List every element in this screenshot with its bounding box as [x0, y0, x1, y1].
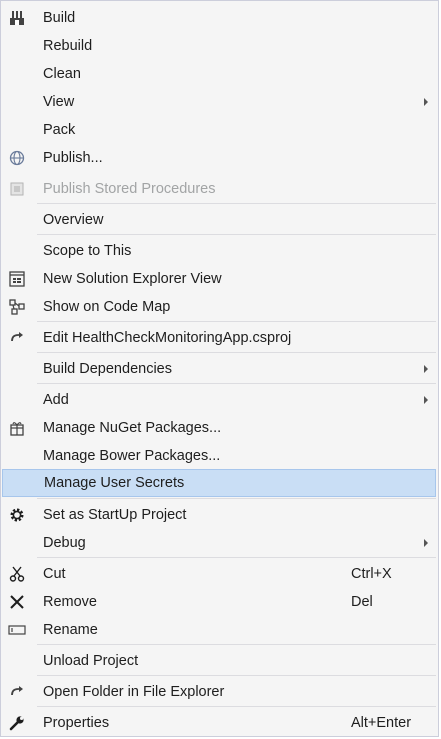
menu-item-label: Debug [43, 535, 86, 551]
code-map-icon [8, 298, 26, 316]
menu-item-manage-user-secrets[interactable]: Manage User Secrets [2, 469, 436, 497]
shortcut-label: Alt+Enter [351, 715, 412, 731]
submenu-arrow-icon [424, 365, 428, 373]
close-icon [8, 593, 26, 611]
menu-item-manage-nuget-packages[interactable]: Manage NuGet Packages... [1, 414, 438, 442]
menu-item-label: Unload Project [43, 653, 139, 669]
menu-item-label: Manage Bower Packages... [43, 448, 221, 464]
menu-separator [37, 706, 436, 707]
shortcut-label: Ctrl+X [351, 566, 392, 582]
menu-item-label: Set as StartUp Project [43, 507, 187, 523]
menu-separator [37, 557, 436, 558]
menu-item-label: Publish Stored Procedures [43, 181, 216, 197]
menu-item-clean[interactable]: Clean [1, 60, 438, 88]
menu-item-label: Manage NuGet Packages... [43, 420, 222, 436]
menu-item-build-dependencies[interactable]: Build Dependencies [1, 355, 438, 383]
menu-item-overview[interactable]: Overview [1, 206, 438, 234]
menu-item-view[interactable]: View [1, 88, 438, 116]
menu-item-label: Open Folder in File Explorer [43, 684, 225, 700]
menu-item-build[interactable]: Build [1, 4, 438, 32]
menu-item-label: Rebuild [43, 38, 93, 54]
menu-item-new-solution-explorer-view[interactable]: New Solution Explorer View [1, 265, 438, 293]
menu-item-label: Manage User Secrets [44, 475, 185, 491]
menu-item-set-as-startup-project[interactable]: Set as StartUp Project [1, 501, 438, 529]
menu-separator [37, 234, 436, 235]
menu-item-pack[interactable]: Pack [1, 116, 438, 144]
menu-item-label: View [43, 94, 75, 110]
menu-item-publish[interactable]: Publish... [1, 144, 438, 172]
menu-separator [37, 675, 436, 676]
submenu-arrow-icon [424, 539, 428, 547]
menu-separator [37, 203, 436, 204]
database-icon [8, 180, 26, 198]
submenu-arrow-icon [424, 396, 428, 404]
menu-item-rename[interactable]: Rename [1, 616, 438, 644]
shortcut-label: Del [351, 594, 373, 610]
menu-item-label: Overview [43, 212, 104, 228]
menu-item-label: Add [43, 392, 69, 408]
submenu-arrow-icon [424, 98, 428, 106]
rename-icon [8, 621, 26, 639]
open-folder-arrow-icon [8, 683, 26, 701]
menu-item-properties[interactable]: Properties Alt+Enter [1, 709, 438, 737]
globe-icon [8, 149, 26, 167]
nuget-icon [8, 419, 26, 437]
menu-item-remove[interactable]: Remove Del [1, 588, 438, 616]
menu-item-scope-to-this[interactable]: Scope to This [1, 237, 438, 265]
menu-item-cut[interactable]: Cut Ctrl+X [1, 560, 438, 588]
wrench-icon [8, 714, 26, 732]
solution-explorer-icon [8, 270, 26, 288]
build-icon [8, 9, 26, 27]
gear-icon [8, 506, 26, 524]
menu-item-label: Clean [43, 66, 81, 82]
menu-separator [37, 498, 436, 499]
menu-item-label: Build Dependencies [43, 361, 172, 377]
menu-item-label: Properties [43, 715, 110, 731]
menu-item-label: Edit HealthCheckMonitoringApp.csproj [43, 330, 292, 346]
menu-item-label: Publish... [43, 150, 103, 166]
menu-item-label: Pack [43, 122, 76, 138]
menu-separator [37, 644, 436, 645]
menu-item-edit-csproj[interactable]: Edit HealthCheckMonitoringApp.csproj [1, 324, 438, 352]
menu-item-label: Cut [43, 566, 66, 582]
menu-item-label: Rename [43, 622, 98, 638]
menu-item-label: Build [43, 10, 76, 26]
menu-item-publish-stored-procedures[interactable]: Publish Stored Procedures [1, 175, 438, 203]
menu-separator [37, 321, 436, 322]
menu-item-open-folder-in-file-explorer[interactable]: Open Folder in File Explorer [1, 678, 438, 706]
scissors-icon [8, 565, 26, 583]
menu-item-manage-bower-packages[interactable]: Manage Bower Packages... [1, 442, 438, 470]
menu-item-label: Scope to This [43, 243, 132, 259]
context-menu: Build Rebuild Clean View Pack Publish... [0, 0, 439, 737]
menu-item-add[interactable]: Add [1, 386, 438, 414]
menu-item-label: New Solution Explorer View [43, 271, 222, 287]
menu-item-label: Remove [43, 594, 97, 610]
menu-item-unload-project[interactable]: Unload Project [1, 647, 438, 675]
menu-item-debug[interactable]: Debug [1, 529, 438, 557]
edit-arrow-icon [8, 329, 26, 347]
menu-separator [37, 352, 436, 353]
menu-item-rebuild[interactable]: Rebuild [1, 32, 438, 60]
menu-item-label: Show on Code Map [43, 299, 171, 315]
menu-item-show-on-code-map[interactable]: Show on Code Map [1, 293, 438, 321]
menu-separator [37, 383, 436, 384]
